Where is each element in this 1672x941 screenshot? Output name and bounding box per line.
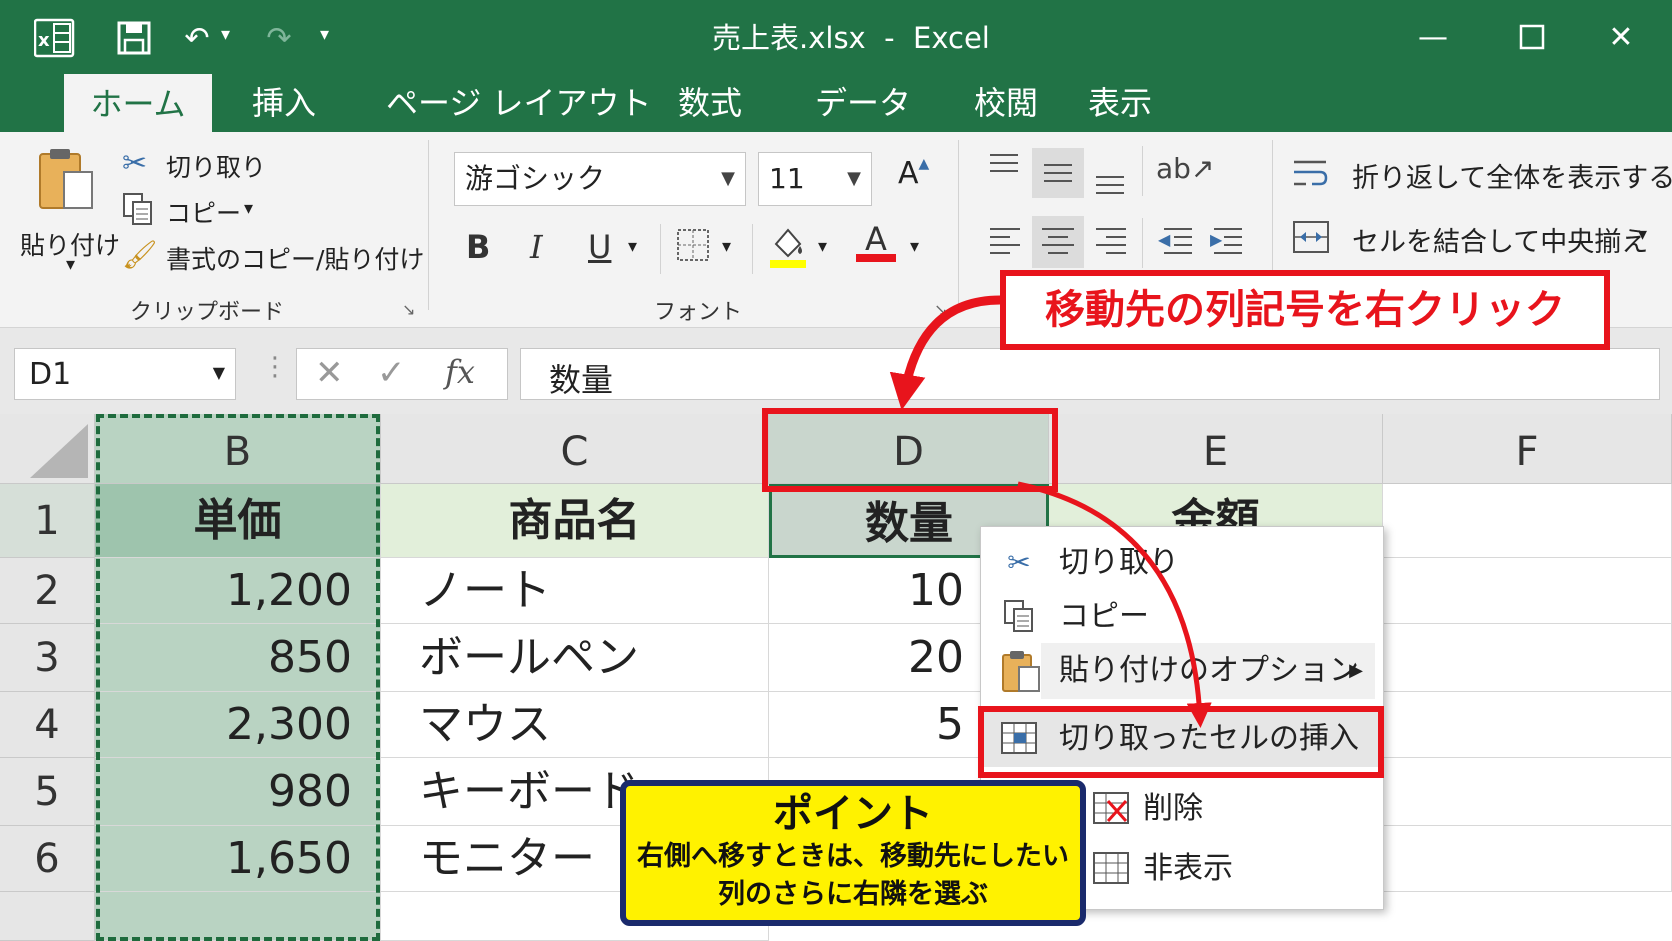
point-line-2: 列のさらに右隣を選ぶ: [718, 879, 988, 910]
point-line-1: 右側へ移すときは、移動先にしたい: [637, 841, 1069, 872]
arrow-to-column-d: [889, 295, 1001, 411]
point-title: ポイント: [773, 791, 933, 837]
point-note: ポイント 右側へ移すときは、移動先にしたい 列のさらに右隣を選ぶ: [620, 780, 1086, 926]
arrow-to-menu-item: [1017, 481, 1212, 728]
callout-right-click: 移動先の列記号を右クリック: [1000, 270, 1610, 350]
